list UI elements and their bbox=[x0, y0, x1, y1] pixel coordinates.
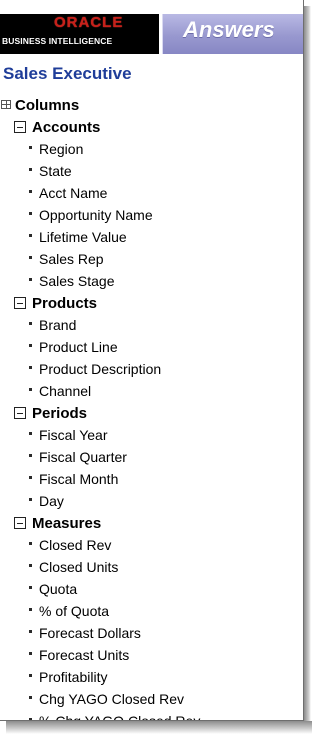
column-item[interactable]: State bbox=[0, 160, 303, 182]
column-label: Forecast Dollars bbox=[39, 625, 141, 641]
bullet-icon bbox=[29, 630, 32, 633]
folder-periods[interactable]: Periods bbox=[0, 402, 303, 424]
folder-accounts[interactable]: Accounts bbox=[0, 116, 303, 138]
column-item[interactable]: Sales Rep bbox=[0, 248, 303, 270]
bullet-icon bbox=[29, 212, 32, 215]
bullet-icon bbox=[29, 586, 32, 589]
app-title: Answers bbox=[183, 17, 275, 42]
bullet-icon bbox=[29, 344, 32, 347]
bullet-icon bbox=[29, 564, 32, 567]
column-label: Quota bbox=[39, 581, 78, 597]
column-label: % of Quota bbox=[39, 603, 110, 619]
column-label: State bbox=[39, 163, 72, 179]
bullet-icon bbox=[29, 168, 32, 171]
column-label: Acct Name bbox=[39, 185, 108, 201]
column-label: Closed Rev bbox=[39, 537, 112, 553]
column-label: % Chg YAGO Closed Rev bbox=[39, 713, 201, 721]
column-item[interactable]: Closed Units bbox=[0, 556, 303, 578]
column-label: Product Description bbox=[39, 361, 162, 377]
column-label: Day bbox=[39, 493, 64, 509]
bullet-icon bbox=[29, 366, 32, 369]
column-item[interactable]: Fiscal Quarter bbox=[0, 446, 303, 468]
column-item[interactable]: % of Quota bbox=[0, 600, 303, 622]
column-label: Fiscal Quarter bbox=[39, 449, 127, 465]
bullet-icon bbox=[29, 256, 32, 259]
folder-label: Accounts bbox=[32, 119, 101, 136]
bullet-icon bbox=[29, 718, 32, 720]
folder-measures[interactable]: Measures bbox=[0, 512, 303, 534]
column-item[interactable]: Sales Stage bbox=[0, 270, 303, 292]
column-label: Sales Rep bbox=[39, 251, 104, 267]
column-label: Lifetime Value bbox=[39, 229, 127, 245]
tree-root-columns[interactable]: Columns bbox=[0, 94, 303, 116]
column-label: Channel bbox=[39, 383, 92, 399]
column-label: Region bbox=[39, 141, 84, 157]
bullet-icon bbox=[29, 542, 32, 545]
panel-shadow-right bbox=[304, 6, 311, 725]
bi-logo-text: BUSINESS INTELLIGENCE bbox=[2, 36, 113, 46]
bullet-icon bbox=[29, 322, 32, 325]
column-item[interactable]: Lifetime Value bbox=[0, 226, 303, 248]
column-item[interactable]: Forecast Dollars bbox=[0, 622, 303, 644]
bullet-icon bbox=[29, 278, 32, 281]
bullet-icon bbox=[29, 498, 32, 501]
bullet-icon bbox=[29, 146, 32, 149]
bullet-icon bbox=[29, 608, 32, 611]
column-item[interactable]: Profitability bbox=[0, 666, 303, 688]
tree-root-label: Columns bbox=[15, 97, 80, 114]
folder-label: Products bbox=[32, 295, 98, 312]
bullet-icon bbox=[29, 674, 32, 677]
bullet-icon bbox=[29, 432, 32, 435]
column-item[interactable]: Forecast Units bbox=[0, 644, 303, 666]
column-label: Sales Stage bbox=[39, 273, 115, 289]
bullet-icon bbox=[29, 476, 32, 479]
column-item[interactable]: Opportunity Name bbox=[0, 204, 303, 226]
collapse-toggle-icon[interactable] bbox=[14, 297, 26, 309]
folder-label: Measures bbox=[32, 515, 102, 532]
folder-label: Periods bbox=[32, 405, 88, 422]
subject-area-title[interactable]: Sales Executive bbox=[3, 64, 132, 84]
column-label: Opportunity Name bbox=[39, 207, 153, 223]
column-tree: Columns Accounts Region State Acct Name Oppo… bbox=[0, 94, 303, 721]
bullet-icon bbox=[29, 388, 32, 391]
column-item[interactable]: Product Description bbox=[0, 358, 303, 380]
column-label: Profitability bbox=[39, 669, 108, 685]
selection-pane: ORACLE BUSINESS INTELLIGENCE Answers Sal… bbox=[0, 0, 304, 721]
column-label: Product Line bbox=[39, 339, 118, 355]
collapse-toggle-icon[interactable] bbox=[14, 407, 26, 419]
column-item[interactable]: % Chg YAGO Closed Rev bbox=[0, 710, 303, 721]
column-label: Chg YAGO Closed Rev bbox=[39, 691, 184, 707]
column-item[interactable]: Chg YAGO Closed Rev bbox=[0, 688, 303, 710]
column-item[interactable]: Fiscal Year bbox=[0, 424, 303, 446]
column-label: Fiscal Month bbox=[39, 471, 119, 487]
column-item[interactable]: Region bbox=[0, 138, 303, 160]
collapse-toggle-icon[interactable] bbox=[14, 121, 26, 133]
column-item[interactable]: Brand bbox=[0, 314, 303, 336]
bullet-icon bbox=[29, 234, 32, 237]
column-item[interactable]: Closed Rev bbox=[0, 534, 303, 556]
column-item[interactable]: Day bbox=[0, 490, 303, 512]
oracle-logo-text: ORACLE bbox=[54, 14, 124, 31]
folder-products[interactable]: Products bbox=[0, 292, 303, 314]
header-banner: ORACLE BUSINESS INTELLIGENCE Answers bbox=[0, 0, 303, 56]
bullet-icon bbox=[29, 190, 32, 193]
column-item[interactable]: Acct Name bbox=[0, 182, 303, 204]
columns-grid-icon bbox=[1, 100, 11, 109]
bullet-icon bbox=[29, 696, 32, 699]
answers-banner: Answers bbox=[162, 14, 303, 54]
collapse-toggle-icon[interactable] bbox=[14, 517, 26, 529]
column-item[interactable]: Quota bbox=[0, 578, 303, 600]
column-label: Brand bbox=[39, 317, 77, 333]
oracle-bi-logo: ORACLE BUSINESS INTELLIGENCE bbox=[0, 14, 159, 54]
column-item[interactable]: Product Line bbox=[0, 336, 303, 358]
column-label: Forecast Units bbox=[39, 647, 130, 663]
column-label: Closed Units bbox=[39, 559, 119, 575]
bullet-icon bbox=[29, 652, 32, 655]
column-label: Fiscal Year bbox=[39, 427, 108, 443]
column-item[interactable]: Channel bbox=[0, 380, 303, 402]
panel-shadow-bottom bbox=[6, 721, 312, 734]
column-item[interactable]: Fiscal Month bbox=[0, 468, 303, 490]
bullet-icon bbox=[29, 454, 32, 457]
